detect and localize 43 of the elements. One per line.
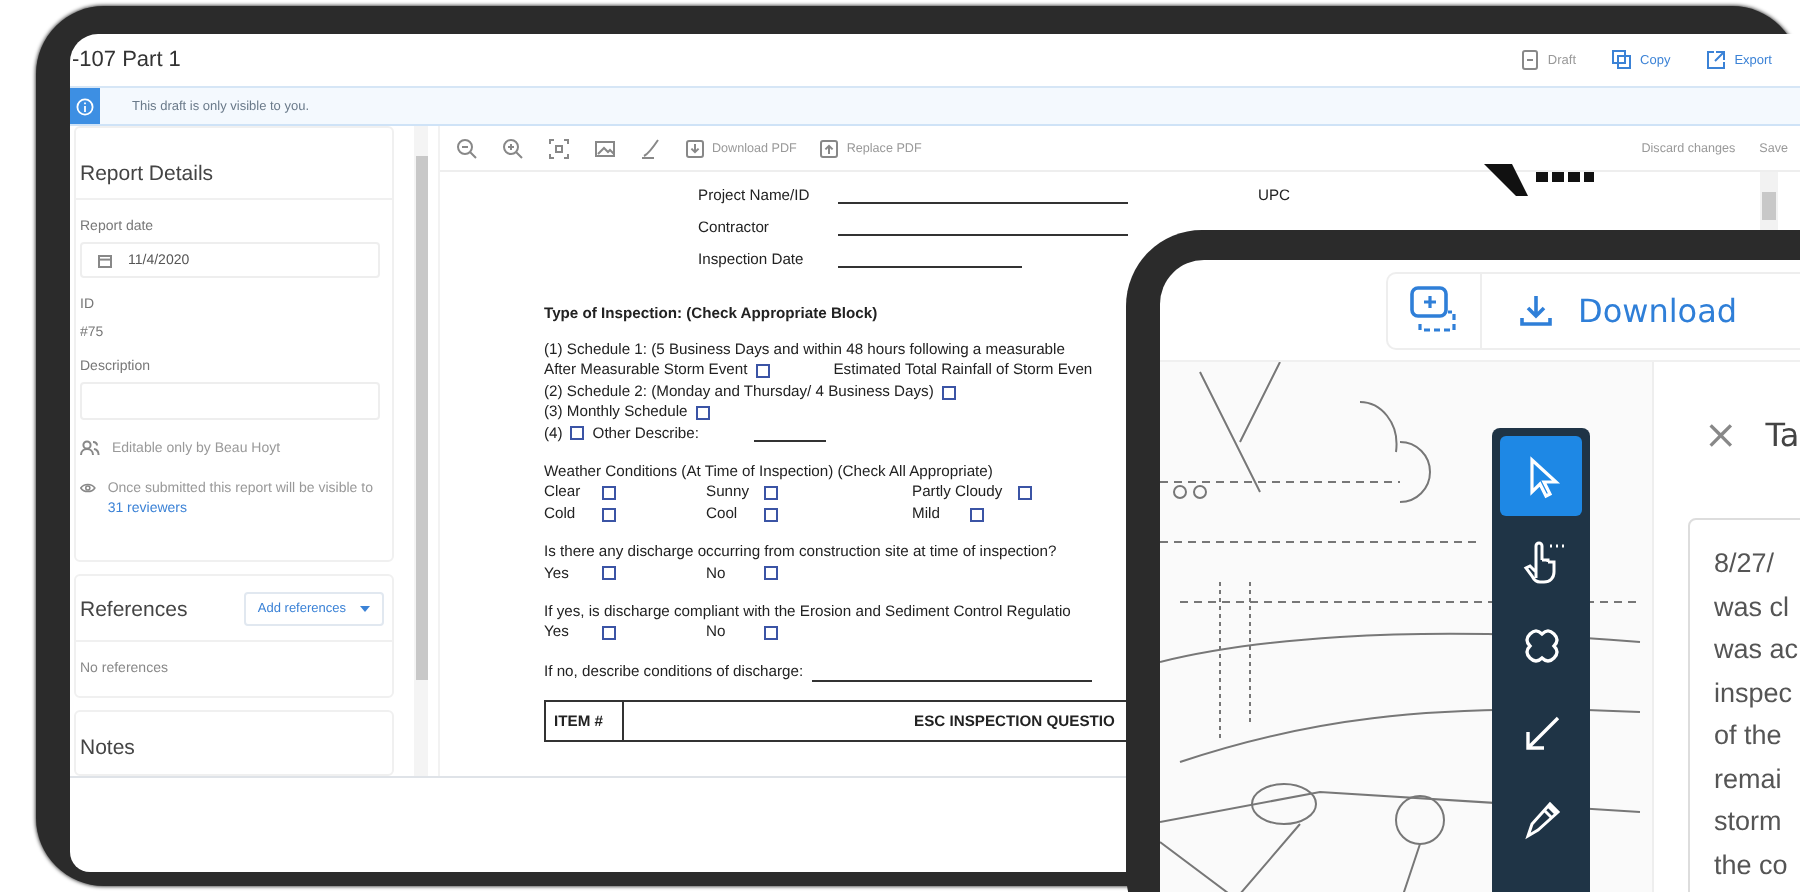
download-button[interactable]: Download: [1480, 271, 1800, 349]
signature-icon[interactable]: [640, 137, 662, 159]
caret-icon: [360, 606, 370, 612]
info-icon: [76, 97, 94, 115]
zoom-in-icon[interactable]: [502, 137, 524, 159]
image-icon[interactable]: [594, 137, 616, 159]
section-heading: Report Details: [80, 162, 216, 186]
people-icon: [80, 440, 100, 456]
section-heading: References: [80, 597, 188, 621]
checkbox[interactable]: [941, 385, 956, 400]
checkbox[interactable]: [764, 507, 778, 522]
checkbox[interactable]: [602, 486, 616, 501]
section-heading: Notes: [80, 734, 137, 760]
scroll-thumb[interactable]: [416, 156, 428, 680]
checkbox[interactable]: [764, 626, 778, 641]
checkbox[interactable]: [970, 507, 984, 522]
checkbox[interactable]: [755, 364, 770, 379]
checkbox[interactable]: [764, 486, 778, 501]
checkbox[interactable]: [602, 626, 616, 641]
crop-button[interactable]: [1386, 271, 1480, 349]
calendar-icon: [98, 253, 112, 267]
document-scroll-thumb[interactable]: [1762, 192, 1776, 220]
zoom-out-icon[interactable]: [456, 137, 478, 159]
checkbox[interactable]: [602, 507, 616, 522]
checkbox[interactable]: [570, 426, 585, 441]
comment-field[interactable]: 8/27/ was cl was ac inspec of the remai storm the co: [1688, 518, 1800, 892]
checkbox[interactable]: [695, 405, 710, 420]
crop-icon: [1408, 284, 1460, 336]
checkbox[interactable]: [1018, 486, 1033, 501]
close-button[interactable]: ×: [1688, 410, 1738, 458]
export-icon: [1706, 50, 1727, 70]
panel-title: Ta: [1765, 415, 1800, 453]
report-title: -107 Part 1: [72, 48, 183, 72]
fit-page-icon[interactable]: [548, 137, 570, 159]
draft-icon: [1519, 50, 1540, 70]
eye-icon: [80, 480, 96, 496]
copy-icon: [1612, 50, 1633, 70]
comment-text: 8/27/ was cl was ac inspec of the remai storm the co: [1714, 546, 1799, 883]
download-icon: [686, 139, 704, 157]
download-icon: [1518, 292, 1554, 328]
checkbox[interactable]: [764, 566, 778, 581]
upload-icon: [820, 139, 839, 157]
checkbox[interactable]: [602, 566, 616, 581]
